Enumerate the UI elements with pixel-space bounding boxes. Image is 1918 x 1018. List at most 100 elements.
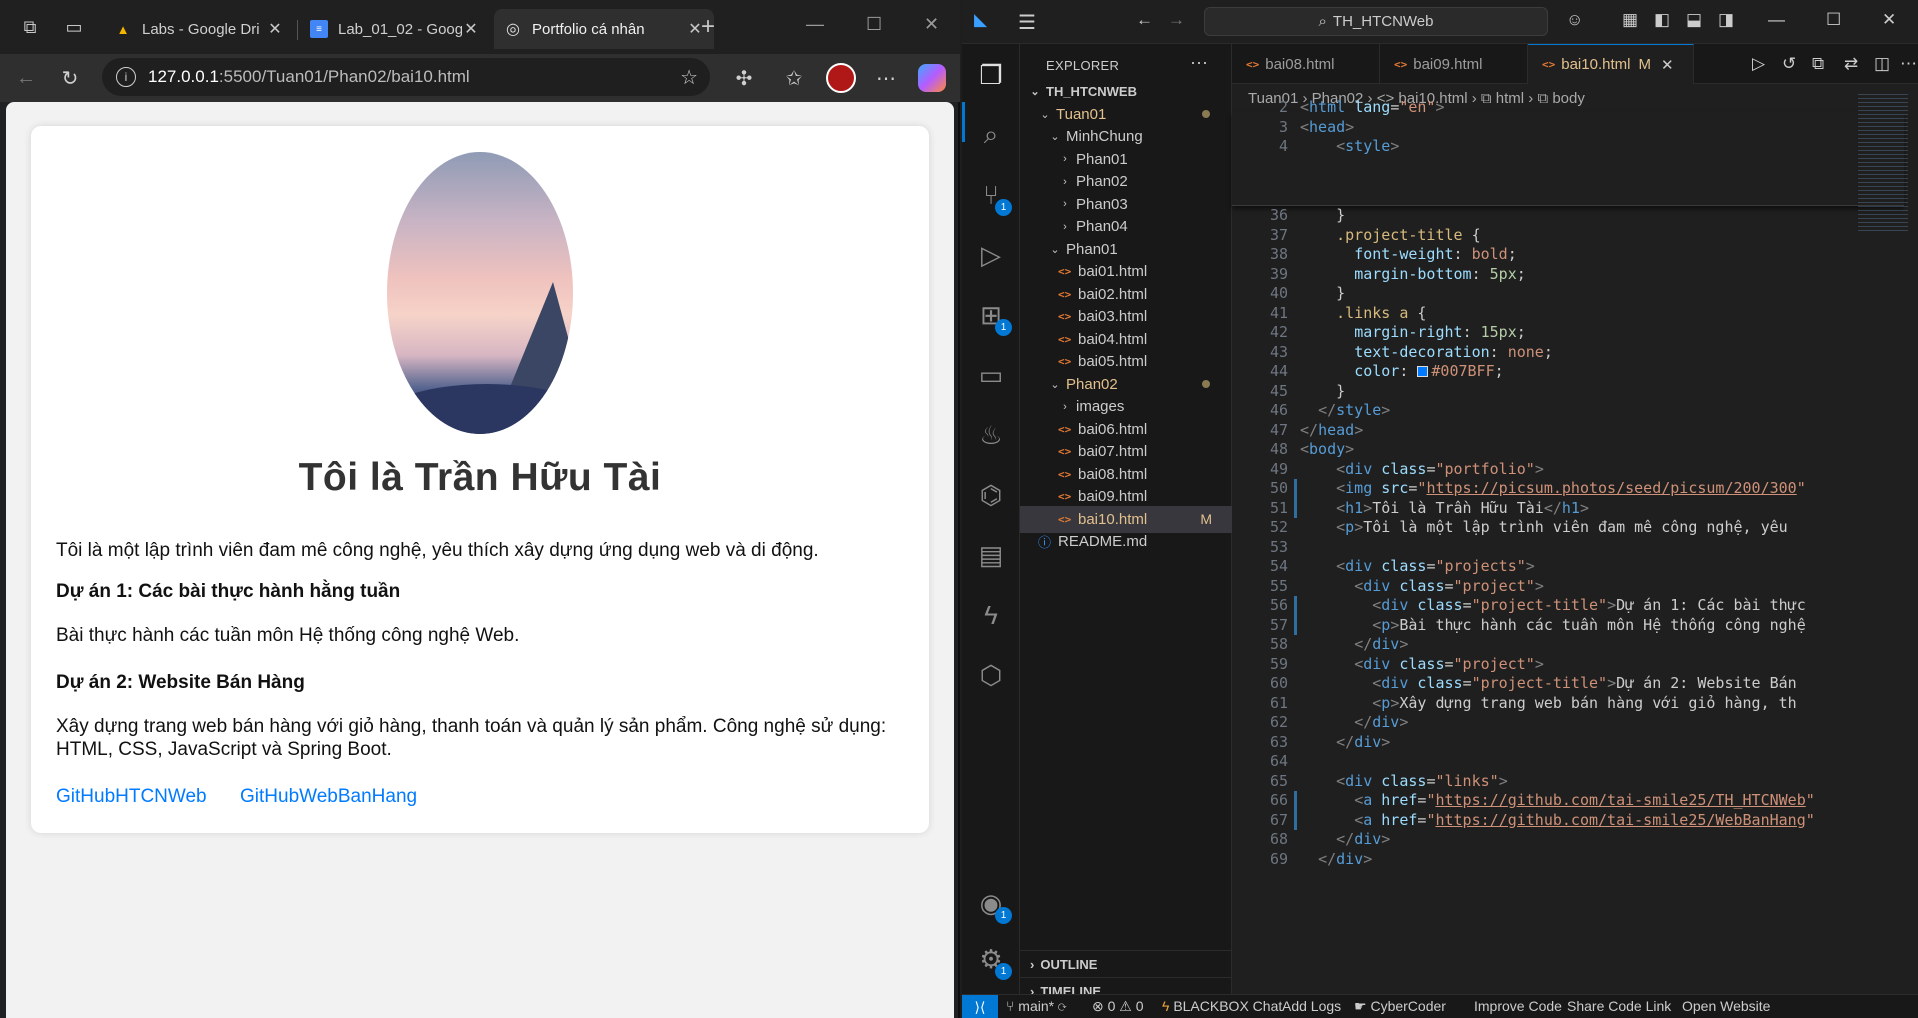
- blackbox-chat-button[interactable]: ϟ BLACKBOX Chat: [1162, 998, 1282, 1014]
- code-line[interactable]: <p>Xây dựng trang web bán hàng với giỏ h…: [1300, 694, 1846, 712]
- genie-lamp-icon[interactable]: ♨: [974, 418, 1008, 452]
- code-line[interactable]: </div>: [1300, 850, 1846, 868]
- code-line[interactable]: }: [1300, 206, 1846, 224]
- layout-customize-icon[interactable]: ▦: [1622, 10, 1638, 30]
- code-line[interactable]: <div class="project">: [1300, 655, 1846, 673]
- editor-tab-bai10[interactable]: <> bai10.html M ✕: [1528, 44, 1694, 84]
- address-bar[interactable]: i 127.0.0.1:5500/Tuan01/Phan02/bai10.htm…: [102, 58, 710, 96]
- open-preview-icon[interactable]: ⧉: [1812, 54, 1824, 74]
- improve-code-button[interactable]: Improve Code: [1474, 998, 1562, 1014]
- settings-gear-icon[interactable]: ⚙ 1: [974, 942, 1012, 980]
- code-line[interactable]: .project-title {: [1300, 226, 1846, 244]
- maximize-icon[interactable]: ☐: [866, 14, 882, 35]
- problems-indicator[interactable]: ⊗ 0 ⚠ 0: [1092, 998, 1144, 1015]
- refresh-icon[interactable]: ↻: [56, 64, 84, 92]
- editor-tab-bai08[interactable]: <> bai08.html: [1232, 44, 1380, 84]
- toggle-panel-icon[interactable]: ⬓: [1686, 10, 1702, 30]
- extensions-icon[interactable]: ⊞ 1: [974, 298, 1012, 336]
- code-line[interactable]: <head>: [1300, 118, 1846, 136]
- toggle-sidebar-icon[interactable]: ◧: [1654, 10, 1670, 30]
- cybercoder-button[interactable]: ☛ CyberCoder: [1354, 998, 1446, 1015]
- open-website-button[interactable]: Open Website: [1682, 998, 1770, 1014]
- package-icon[interactable]: ⬡: [974, 658, 1008, 692]
- code-line[interactable]: </div>: [1300, 733, 1846, 751]
- timeline-history-icon[interactable]: ↺: [1782, 54, 1796, 74]
- code-line[interactable]: margin-bottom: 5px;: [1300, 265, 1846, 283]
- code-line[interactable]: <a href="https://github.com/tai-smile25/…: [1300, 811, 1846, 829]
- code-line[interactable]: color: #007BFF;: [1300, 362, 1846, 380]
- code-line[interactable]: <html lang="en">: [1300, 98, 1846, 116]
- minimap[interactable]: [1858, 94, 1908, 234]
- remote-indicator-icon[interactable]: ⟩⟨: [962, 995, 998, 1018]
- favorites-icon[interactable]: ✩: [780, 64, 808, 92]
- minimize-icon[interactable]: —: [806, 14, 824, 35]
- browser-tab-portfolio[interactable]: ◎ Portfolio cá nhân ✕: [494, 9, 714, 49]
- nav-back-icon[interactable]: ←: [1136, 10, 1153, 30]
- maximize-icon[interactable]: ☐: [1826, 10, 1841, 30]
- close-window-icon[interactable]: ✕: [924, 14, 939, 35]
- code-line[interactable]: }: [1300, 284, 1846, 302]
- code-line[interactable]: <div class="links">: [1300, 772, 1846, 790]
- code-line[interactable]: <div class="projects">: [1300, 557, 1846, 575]
- search-icon[interactable]: ⌕: [974, 118, 1008, 152]
- code-line[interactable]: text-decoration: none;: [1300, 343, 1846, 361]
- tree-file[interactable]: ⓘ README.md: [1020, 528, 1232, 555]
- tab-actions-icon[interactable]: ▭: [60, 13, 88, 41]
- profile-avatar[interactable]: [826, 63, 856, 93]
- more-options-icon[interactable]: ⋯: [872, 64, 900, 92]
- code-line[interactable]: </div>: [1300, 635, 1846, 653]
- favorite-star-icon[interactable]: ☆: [680, 65, 698, 90]
- minimize-icon[interactable]: —: [1768, 10, 1785, 30]
- remote-explorer-icon[interactable]: ▭: [974, 358, 1008, 392]
- code-line[interactable]: <div class="portfolio">: [1300, 460, 1846, 478]
- code-line[interactable]: </style>: [1300, 401, 1846, 419]
- code-line[interactable]: </div>: [1300, 713, 1846, 731]
- code-line[interactable]: <body>: [1300, 440, 1846, 458]
- workspaces-icon[interactable]: ⧉: [16, 13, 44, 41]
- more-actions-icon[interactable]: ⋯: [1900, 54, 1917, 74]
- split-editor-icon[interactable]: ◫: [1874, 54, 1890, 74]
- editor-tab-bai09[interactable]: <> bai09.html: [1380, 44, 1528, 84]
- run-debug-icon[interactable]: ▷: [974, 238, 1008, 272]
- code-line[interactable]: }: [1300, 382, 1846, 400]
- extensions-icon[interactable]: ✣: [730, 64, 758, 92]
- site-info-icon[interactable]: i: [116, 67, 136, 87]
- source-control-icon[interactable]: ⑂ 1: [974, 178, 1012, 216]
- run-icon[interactable]: ▷: [1752, 54, 1765, 74]
- code-line[interactable]: <a href="https://github.com/tai-smile25/…: [1300, 791, 1846, 809]
- link-github-webbanhang[interactable]: GitHubWebBanHang: [240, 786, 417, 808]
- lightning-icon[interactable]: ϟ: [974, 598, 1008, 632]
- share-code-link-button[interactable]: Share Code Link: [1567, 998, 1671, 1014]
- browser-tab-lab0102[interactable]: ≡ Lab_01_02 - Goog ✕: [300, 9, 490, 49]
- link-github-htcnweb[interactable]: GitHubHTCNWeb: [56, 786, 207, 808]
- close-window-icon[interactable]: ✕: [1882, 10, 1896, 30]
- code-line[interactable]: <img src="https://picsum.photos/seed/pic…: [1300, 479, 1846, 497]
- sticky-scroll-header[interactable]: 2 <html lang="en"> 3 <head> 4 <style>: [1232, 98, 1904, 206]
- explorer-more-icon[interactable]: ···: [1190, 52, 1208, 73]
- back-icon[interactable]: ←: [12, 64, 40, 92]
- python-icon[interactable]: ⌬: [974, 478, 1008, 512]
- account-icon[interactable]: ◉ 1: [974, 886, 1012, 924]
- branch-indicator[interactable]: ⑂ main* ⟳: [1006, 998, 1066, 1014]
- explorer-icon[interactable]: ❐: [974, 58, 1008, 92]
- code-line[interactable]: <div class="project-title">Dự án 1: Các …: [1300, 596, 1846, 614]
- code-line[interactable]: </head>: [1300, 421, 1846, 439]
- copilot-icon[interactable]: [918, 64, 946, 92]
- code-line[interactable]: <h1>Tôi là Trần Hữu Tài</h1>: [1300, 499, 1846, 517]
- compare-changes-icon[interactable]: ⇄: [1844, 54, 1858, 74]
- command-center-search[interactable]: ⌕ TH_HTCNWeb: [1204, 7, 1548, 36]
- code-line[interactable]: .links a {: [1300, 304, 1846, 322]
- code-line[interactable]: font-weight: bold;: [1300, 245, 1846, 263]
- copilot-menu-icon[interactable]: ☺: [1566, 10, 1583, 30]
- close-icon[interactable]: ✕: [266, 19, 284, 39]
- code-line[interactable]: <div class="project-title">Dự án 2: Webs…: [1300, 674, 1846, 692]
- chat-icon[interactable]: ▤: [974, 538, 1008, 572]
- close-icon[interactable]: ✕: [462, 19, 480, 39]
- code-line[interactable]: <style>: [1300, 137, 1846, 155]
- add-logs-button[interactable]: Add Logs: [1282, 998, 1341, 1014]
- code-line[interactable]: <p>Bài thực hành các tuần môn Hệ thống c…: [1300, 616, 1846, 634]
- code-line[interactable]: <p>Tôi là một lập trình viên đam mê công…: [1300, 518, 1846, 536]
- code-line[interactable]: margin-right: 15px;: [1300, 323, 1846, 341]
- menu-icon[interactable]: ☰: [1018, 10, 1036, 35]
- outline-section[interactable]: › OUTLINE: [1020, 950, 1232, 977]
